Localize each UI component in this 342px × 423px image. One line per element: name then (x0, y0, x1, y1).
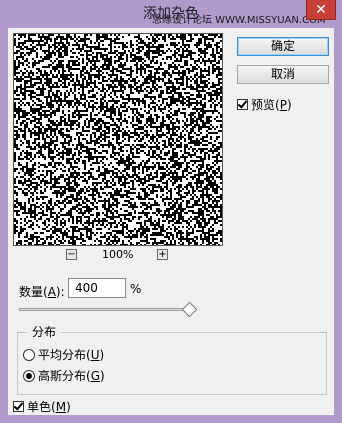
noise-preview[interactable] (13, 33, 223, 246)
preview-label: 预览(P) (251, 98, 292, 112)
amount-slider-thumb[interactable] (181, 301, 198, 318)
zoom-controls: − 100% + (66, 248, 186, 263)
amount-input[interactable] (68, 278, 126, 298)
noise-preview-image (14, 34, 222, 245)
amount-label: 数量(A): (19, 285, 65, 299)
radio-gaussian-row[interactable]: 高斯分布(G) (23, 367, 105, 384)
distribution-group-label: 分布 (27, 323, 62, 340)
distribution-group (17, 332, 327, 395)
preview-checkbox[interactable] (237, 99, 248, 110)
mono-checkbox[interactable] (13, 401, 24, 412)
title-bar: 添加杂色 思缘设计论坛 WWW.MISSYUAN.COM ✕ (0, 0, 342, 28)
close-icon: ✕ (315, 2, 327, 18)
radio-gaussian-label: 高斯分布(G) (38, 369, 105, 383)
amount-unit: % (130, 282, 142, 296)
close-button[interactable]: ✕ (306, 0, 336, 20)
minus-icon: − (67, 249, 76, 260)
ok-button[interactable]: 确定 (237, 37, 329, 56)
mono-checkbox-row[interactable]: 单色(M) (13, 398, 71, 415)
radio-uniform-row[interactable]: 平均分布(U) (23, 346, 104, 363)
zoom-out-button[interactable]: − (66, 249, 77, 260)
cancel-button[interactable]: 取消 (237, 65, 329, 84)
zoom-in-button[interactable]: + (157, 249, 168, 260)
radio-uniform-label: 平均分布(U) (38, 348, 105, 362)
preview-checkbox-row[interactable]: 预览(P) (237, 96, 292, 113)
watermark: 思缘设计论坛 WWW.MISSYUAN.COM (152, 15, 326, 26)
mono-label: 单色(M) (27, 400, 71, 414)
plus-icon: + (158, 249, 167, 260)
dialog-body: − 100% + 确定 取消 预览(P) 数量(A): % 分布 平均分布(U)… (8, 28, 334, 415)
zoom-level: 100% (102, 248, 134, 261)
amount-slider-track[interactable] (19, 308, 191, 311)
radio-gaussian[interactable] (23, 369, 35, 382)
dialog-window: 添加杂色 思缘设计论坛 WWW.MISSYUAN.COM ✕ − 100% + … (0, 0, 342, 423)
radio-uniform[interactable] (23, 348, 35, 361)
